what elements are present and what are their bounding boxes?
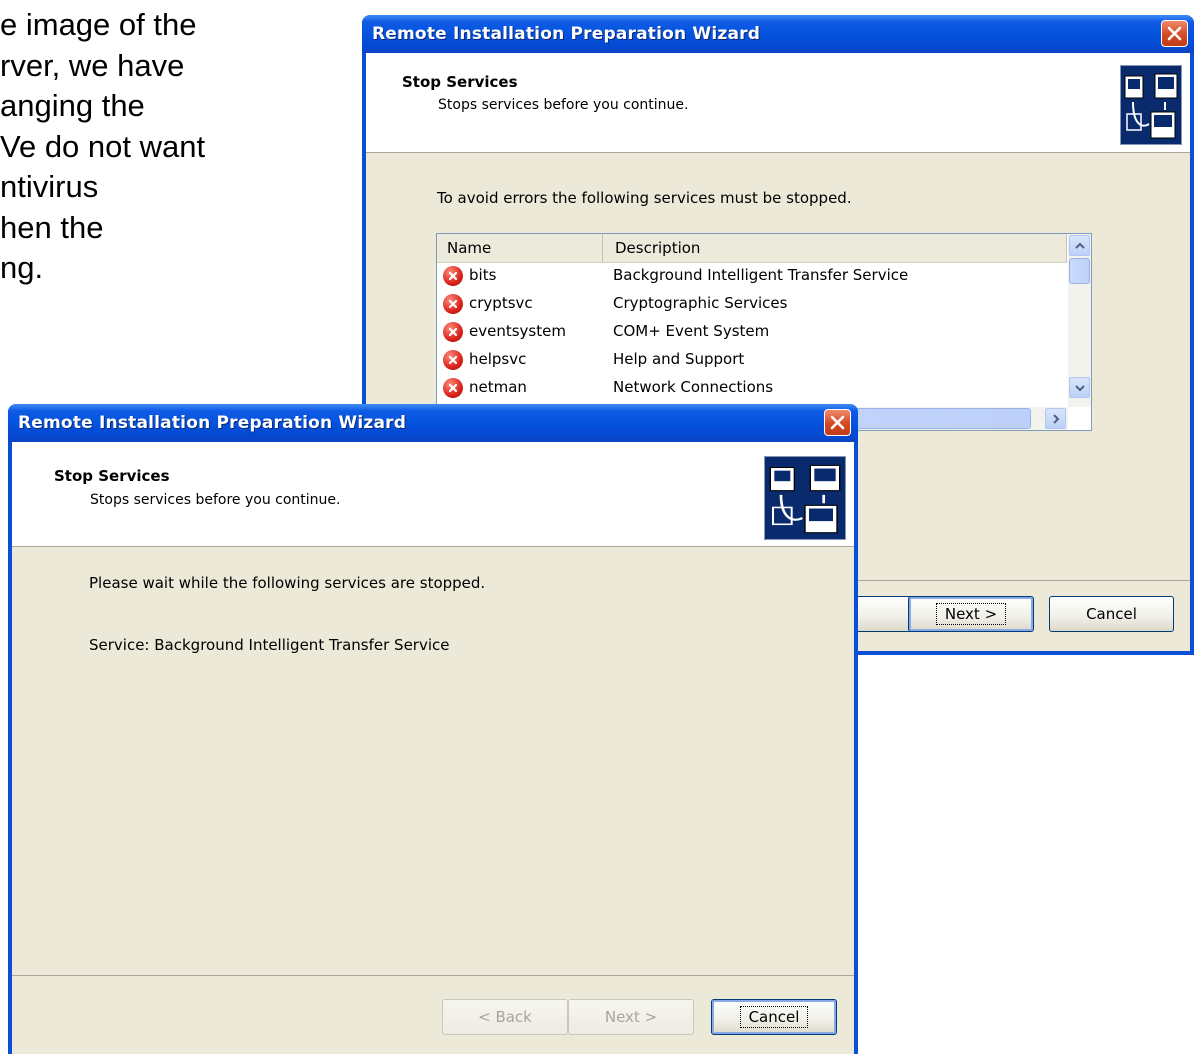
slide-line: e image of the — [0, 7, 197, 42]
next-button-label: Next > — [604, 1008, 658, 1026]
slide-text: e image of the rver, we have anging the … — [0, 5, 330, 289]
cancel-button-label: Cancel — [1086, 605, 1137, 623]
cancel-button[interactable]: Cancel — [711, 999, 837, 1035]
list-item[interactable]: bits Background Intelligent Transfer Ser… — [437, 262, 1067, 290]
error-icon — [443, 294, 463, 314]
list-item[interactable]: netman Network Connections — [437, 374, 1067, 402]
close-icon — [1167, 26, 1182, 41]
back-instruction: To avoid errors the following services m… — [437, 189, 852, 207]
cancel-button-label: Cancel — [739, 1006, 809, 1028]
next-button[interactable]: Next > — [568, 999, 694, 1035]
back-button-label: < Back — [478, 1008, 532, 1026]
front-close-button[interactable] — [824, 409, 851, 436]
error-icon — [443, 378, 463, 398]
column-header-description[interactable]: Description — [603, 234, 1067, 262]
front-wizard-icon — [764, 456, 846, 540]
front-header-subtitle: Stops services before you continue. — [90, 492, 341, 508]
list-item[interactable]: eventsystem COM+ Event System — [437, 318, 1067, 346]
service-name: cryptsvc — [469, 294, 533, 312]
back-header-title: Stop Services — [402, 73, 518, 91]
back-window-title: Remote Installation Preparation Wizard — [372, 24, 761, 44]
service-description: COM+ Event System — [613, 322, 770, 340]
back-close-button[interactable] — [1161, 20, 1188, 47]
slide-line: anging the — [0, 88, 145, 123]
error-icon — [443, 350, 463, 370]
front-footer-divider — [12, 975, 854, 976]
service-name: eventsystem — [469, 322, 566, 340]
service-name: bits — [469, 266, 497, 284]
close-icon — [830, 415, 845, 430]
service-description: Help and Support — [613, 350, 745, 368]
scroll-up-button[interactable] — [1069, 235, 1090, 256]
current-service-status: Service: Background Intelligent Transfer… — [89, 636, 450, 654]
slide-line: rver, we have — [0, 47, 185, 83]
back-cancel-button[interactable]: Cancel — [1049, 596, 1174, 632]
back-title-bar[interactable]: Remote Installation Preparation Wizard — [362, 15, 1194, 53]
chevron-up-icon — [1074, 242, 1085, 249]
service-description: Background Intelligent Transfer Service — [613, 266, 909, 284]
column-header-name[interactable]: Name — [437, 234, 603, 262]
front-window-title: Remote Installation Preparation Wizard — [18, 413, 407, 433]
list-item[interactable]: helpsvc Help and Support — [437, 346, 1067, 374]
error-icon — [443, 266, 463, 286]
service-description: Cryptographic Services — [613, 294, 788, 312]
back-wizard-icon — [1120, 65, 1182, 145]
front-client-area: Stop Services Stops services before you … — [12, 442, 854, 1054]
scroll-down-button[interactable] — [1069, 377, 1090, 398]
front-title-bar[interactable]: Remote Installation Preparation Wizard — [8, 404, 858, 442]
slide-line: hen the — [0, 209, 104, 245]
next-button-label: Next > — [935, 603, 1007, 625]
back-header: Stop Services Stops services before you … — [366, 53, 1190, 153]
back-header-subtitle: Stops services before you continue. — [438, 97, 689, 113]
service-name: helpsvc — [469, 350, 527, 368]
scroll-thumb[interactable] — [1069, 258, 1090, 284]
front-wizard-window: Remote Installation Preparation Wizard S… — [8, 404, 858, 1054]
slide-line: ntivirus — [0, 169, 99, 204]
computer-network-icon — [1124, 73, 1178, 139]
chevron-right-icon — [1052, 413, 1059, 424]
service-description: Network Connections — [613, 378, 774, 396]
service-name: netman — [469, 378, 527, 396]
list-header: Name Description — [437, 234, 1067, 263]
front-header-title: Stop Services — [54, 467, 170, 485]
back-next-button[interactable]: Next > — [908, 596, 1034, 632]
error-icon — [443, 322, 463, 342]
slide-line: Ve do not want — [0, 128, 206, 164]
chevron-down-icon — [1074, 384, 1085, 391]
vertical-scrollbar[interactable] — [1068, 234, 1091, 407]
back-button[interactable]: < Back — [442, 999, 568, 1035]
computer-network-icon — [769, 464, 841, 534]
progress-message: Please wait while the following services… — [89, 574, 486, 592]
services-list[interactable]: Name Description bits Background Intelli… — [436, 233, 1092, 431]
slide-line: ng. — [0, 250, 44, 285]
list-item[interactable]: cryptsvc Cryptographic Services — [437, 290, 1067, 318]
front-header: Stop Services Stops services before you … — [12, 442, 854, 547]
scroll-right-button[interactable] — [1045, 408, 1066, 429]
